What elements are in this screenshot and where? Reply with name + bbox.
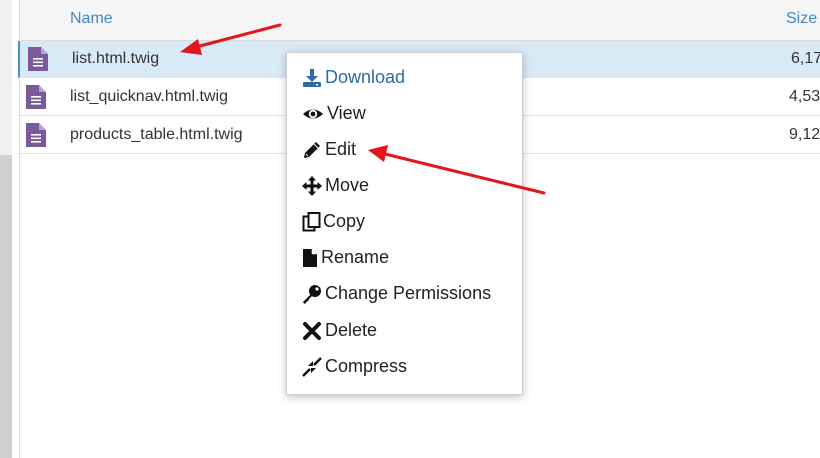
menu-item-label: Edit [325, 139, 357, 159]
file-icon [28, 47, 48, 71]
menu-item-change-permissions[interactable]: Change Permissions [287, 277, 522, 309]
file-name[interactable]: list.html.twig [72, 50, 159, 68]
key-icon [303, 285, 321, 304]
compress-icon [302, 357, 322, 377]
left-pane-scroll-area[interactable] [0, 155, 12, 458]
file-name[interactable]: list_quicknav.html.twig [70, 88, 228, 106]
pencil-icon [304, 142, 320, 158]
menu-item-compress[interactable]: Compress [287, 350, 522, 382]
column-header-name[interactable]: Name [70, 10, 113, 28]
menu-item-edit[interactable]: Edit [287, 133, 522, 165]
download-icon [303, 69, 321, 87]
menu-item-label: Delete [325, 320, 378, 340]
menu-item-label: View [327, 103, 366, 123]
menu-item-label: Rename [321, 247, 390, 267]
menu-item-copy[interactable]: Copy [287, 205, 522, 237]
context-menu: Download View Edit Move Copy Rename Chan… [286, 52, 523, 395]
column-header-size[interactable]: Size [786, 10, 817, 28]
file-icon [26, 85, 46, 109]
file-name[interactable]: products_table.html.twig [70, 126, 243, 144]
copy-icon [302, 212, 321, 232]
file-size: 6,17 [791, 50, 820, 67]
file-list-header: Name Size [20, 0, 820, 41]
menu-item-label: Compress [325, 356, 408, 376]
menu-item-view[interactable]: View [287, 97, 522, 129]
menu-item-label: Change Permissions [325, 283, 492, 303]
file-size: 4,53 [789, 88, 820, 105]
menu-item-label: Download [325, 67, 406, 87]
x-icon [303, 322, 321, 340]
menu-item-label: Move [325, 175, 370, 195]
menu-item-delete[interactable]: Delete [287, 314, 522, 346]
menu-item-rename[interactable]: Rename [287, 241, 522, 273]
file-icon [26, 123, 46, 147]
menu-item-move[interactable]: Move [287, 169, 522, 201]
move-arrows-icon [302, 176, 322, 196]
menu-item-label: Copy [323, 211, 366, 231]
file-icon [303, 249, 317, 267]
eye-icon [303, 109, 323, 119]
menu-item-download[interactable]: Download [287, 61, 522, 93]
file-size: 9,12 [789, 126, 820, 143]
